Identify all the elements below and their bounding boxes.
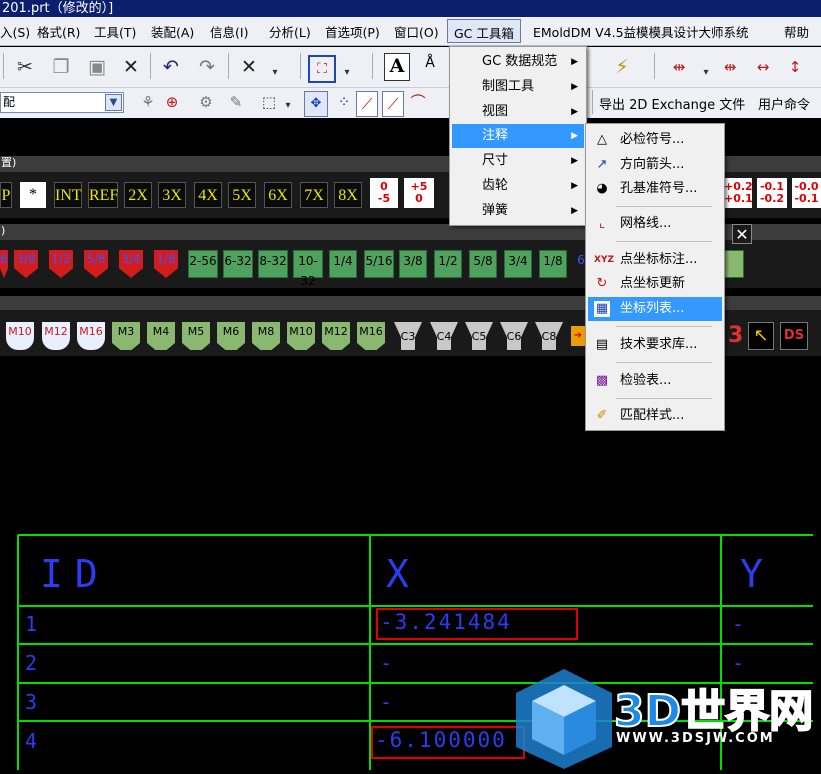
chevron-right-icon: ▶ xyxy=(571,206,578,216)
menu-separator xyxy=(616,362,712,363)
submenu-item-inspection-symbol[interactable]: △ 必检符号... xyxy=(588,128,722,152)
direction-arrow-icon: ↗ xyxy=(596,157,608,172)
row-id: 4 xyxy=(25,729,38,753)
submenu-item-coordinate-list[interactable]: ▦ 坐标列表... xyxy=(588,297,722,321)
chevron-right-icon: ▶ xyxy=(571,131,578,141)
column-header-id: ID xyxy=(40,552,110,596)
triangle-icon: △ xyxy=(597,132,607,147)
chevron-right-icon: ▶ xyxy=(571,181,578,191)
menu-item-view[interactable]: 视图 ▶ xyxy=(452,100,584,124)
menu-item-drafting-tools[interactable]: 制图工具 ▶ xyxy=(452,75,584,99)
coordinate-list-icon: ▦ xyxy=(594,301,610,317)
submenu-item-update-coordinates[interactable]: ↻ 点坐标更新 xyxy=(588,272,722,296)
column-header-x: X xyxy=(386,552,409,596)
row-x-value: - xyxy=(380,651,393,675)
submenu-item-inspection-table[interactable]: ▩ 检验表... xyxy=(588,369,722,393)
menu-item-gear[interactable]: 齿轮 ▶ xyxy=(452,174,584,198)
submenu-item-match-style[interactable]: ✐ 匹配样式... xyxy=(588,404,722,428)
watermark-url: WWW.3DSJW.COM xyxy=(616,731,775,746)
gc-toolbox-menu: GC 数据规范 ▶ 制图工具 ▶ 视图 ▶ 注释 ▶ 尺寸 ▶ 齿轮 ▶ 弹簧 ▶ xyxy=(449,46,587,226)
chevron-right-icon: ▶ xyxy=(571,156,578,166)
chevron-right-icon: ▶ xyxy=(571,107,578,117)
annotation-submenu: △ 必检符号... ↗ 方向箭头... ◕ 孔基准符号... ⌞ 网格线... XYZ 点… xyxy=(585,123,725,431)
menu-separator xyxy=(616,326,712,327)
watermark-brand: 3D世界网 xyxy=(613,685,814,738)
chevron-right-icon: ▶ xyxy=(571,82,578,92)
menu-separator xyxy=(616,206,712,207)
row-x-value: -6.100000 xyxy=(375,728,507,752)
menu-item-dimension[interactable]: 尺寸 ▶ xyxy=(452,149,584,173)
row-x-value: -3.241484 xyxy=(380,610,512,634)
submenu-item-direction-arrow[interactable]: ↗ 方向箭头... xyxy=(588,153,722,177)
inspection-table-icon: ▩ xyxy=(595,373,609,388)
submenu-item-tech-requirements[interactable]: ▤ 技术要求库... xyxy=(588,333,722,357)
row-id: 1 xyxy=(25,612,38,636)
xyz-point-icon: XYZ xyxy=(594,255,614,265)
match-style-icon: ✐ xyxy=(596,408,608,423)
watermark: 3D世界网 WWW.3DSJW.COM xyxy=(516,665,821,770)
row-id: 2 xyxy=(25,651,38,675)
row-x-value: - xyxy=(380,690,393,714)
chevron-right-icon: ▶ xyxy=(571,57,578,67)
row-y-value: - xyxy=(732,612,745,636)
row-id: 3 xyxy=(25,690,38,714)
submenu-item-grid-line[interactable]: ⌞ 网格线... xyxy=(588,212,722,236)
submenu-item-hole-datum[interactable]: ◕ 孔基准符号... xyxy=(588,177,722,201)
menu-separator xyxy=(616,398,712,399)
grid-line-icon: ⌞ xyxy=(598,216,606,231)
menu-item-annotation[interactable]: 注释 ▶ xyxy=(452,124,584,148)
menu-separator xyxy=(616,241,712,242)
tech-requirements-icon: ▤ xyxy=(595,337,609,352)
menu-item-gc-data-spec[interactable]: GC 数据规范 ▶ xyxy=(452,50,584,74)
submenu-item-point-coordinate[interactable]: XYZ 点坐标标注... xyxy=(588,248,722,272)
menu-item-spring[interactable]: 弹簧 ▶ xyxy=(452,199,584,223)
refresh-icon: ↻ xyxy=(596,276,608,291)
column-header-y: Y xyxy=(740,552,763,596)
hole-datum-icon: ◕ xyxy=(596,181,608,196)
